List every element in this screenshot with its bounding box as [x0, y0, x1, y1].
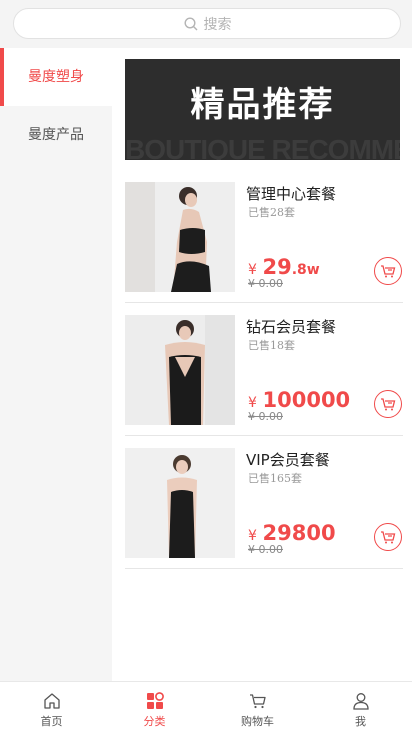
product-original-price: ¥ 0.00: [248, 277, 283, 290]
tab-category[interactable]: 分类: [103, 682, 206, 735]
add-to-cart-button[interactable]: [374, 523, 402, 551]
top-bar: 搜索: [0, 0, 412, 48]
product-list: 管理中心套餐 已售28套 ¥ 29.8w ¥ 0.00 钻石会员套餐 已售18套…: [125, 170, 403, 569]
price-value: 100000: [262, 388, 351, 412]
product-price: ¥ 29.8w: [248, 255, 320, 279]
category-sidebar: 曼度塑身 曼度产品: [0, 48, 112, 681]
price-value: 29800: [262, 521, 336, 545]
sidebar-item-mandu-shaping[interactable]: 曼度塑身: [0, 48, 112, 106]
category-page: 搜索 曼度塑身 曼度产品 精品推荐 BOUTIQUE RECOMMENDATIO…: [0, 0, 412, 735]
price-suffix: .8w: [291, 262, 320, 278]
search-placeholder: 搜索: [203, 16, 232, 33]
cart-icon: [381, 531, 396, 544]
product-price: ¥ 29800: [248, 521, 336, 545]
user-icon: [352, 693, 369, 710]
product-original-price: ¥ 0.00: [248, 543, 283, 556]
banner-subtitle: BOUTIQUE RECOMMENDATION: [125, 134, 400, 160]
sidebar-item-mandu-products[interactable]: 曼度产品: [0, 106, 112, 164]
tab-home[interactable]: 首页: [0, 682, 103, 735]
product-title[interactable]: 钻石会员套餐: [246, 316, 336, 337]
product-card[interactable]: VIP会员套餐 已售165套 ¥ 29800 ¥ 0.00: [125, 436, 403, 569]
banner-title: 精品推荐: [190, 85, 335, 125]
add-to-cart-button[interactable]: [374, 390, 402, 418]
tab-label: 首页: [40, 715, 63, 728]
category-icon: [146, 692, 164, 709]
price-value: 29: [262, 255, 292, 279]
tab-label: 分类: [143, 715, 166, 728]
cart-icon: [381, 265, 396, 278]
tab-cart[interactable]: 购物车: [206, 682, 309, 735]
price-currency: ¥: [248, 528, 257, 544]
search-icon: [183, 16, 197, 30]
promo-banner[interactable]: 精品推荐 BOUTIQUE RECOMMENDATION: [125, 59, 400, 160]
tab-me[interactable]: 我: [309, 682, 412, 735]
cart-icon: [381, 398, 396, 411]
product-image[interactable]: [125, 448, 235, 558]
product-title[interactable]: 管理中心套餐: [246, 183, 336, 204]
search-bar[interactable]: 搜索: [13, 8, 401, 39]
tab-label: 我: [355, 715, 366, 728]
product-original-price: ¥ 0.00: [248, 410, 283, 423]
product-price: ¥ 100000: [248, 388, 350, 412]
product-title[interactable]: VIP会员套餐: [246, 449, 330, 470]
product-sold-count: 已售28套: [248, 206, 295, 219]
price-currency: ¥: [248, 262, 257, 278]
product-card[interactable]: 管理中心套餐 已售28套 ¥ 29.8w ¥ 0.00: [125, 170, 403, 303]
product-sold-count: 已售18套: [248, 339, 295, 352]
home-icon: [43, 693, 60, 709]
tab-label: 购物车: [241, 715, 274, 728]
product-image[interactable]: [125, 315, 235, 425]
cart-icon: [249, 694, 266, 709]
product-sold-count: 已售165套: [248, 472, 302, 485]
product-card[interactable]: 钻石会员套餐 已售18套 ¥ 100000 ¥ 0.00: [125, 303, 403, 436]
add-to-cart-button[interactable]: [374, 257, 402, 285]
price-currency: ¥: [248, 395, 257, 411]
bottom-tab-bar: 首页 分类 购物车 我: [0, 681, 412, 735]
product-image[interactable]: [125, 182, 235, 292]
